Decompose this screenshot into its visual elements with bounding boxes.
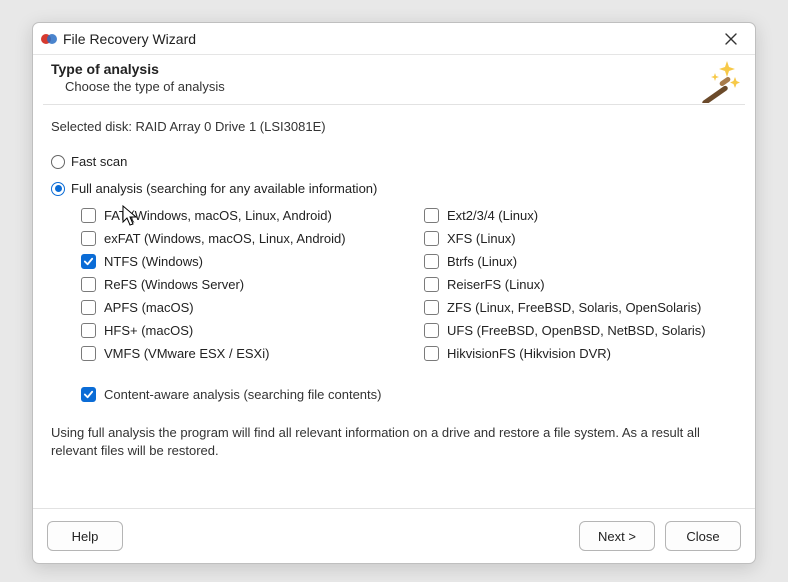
fs-label-exfat: exFAT (Windows, macOS, Linux, Android): [104, 231, 346, 246]
option-full-analysis[interactable]: Full analysis (searching for any availab…: [51, 181, 737, 196]
selected-disk-value: RAID Array 0 Drive 1 (LSI3081E): [136, 119, 326, 134]
page-subtitle: Choose the type of analysis: [65, 79, 737, 94]
fs-option-btrfs[interactable]: Btrfs (Linux): [424, 254, 737, 269]
checkbox-refs[interactable]: [81, 277, 96, 292]
checkbox-vmfs[interactable]: [81, 346, 96, 361]
page-title: Type of analysis: [51, 61, 737, 77]
fs-label-hfsp: HFS+ (macOS): [104, 323, 193, 338]
fs-label-zfs: ZFS (Linux, FreeBSD, Solaris, OpenSolari…: [447, 300, 701, 315]
fs-option-apfs[interactable]: APFS (macOS): [81, 300, 394, 315]
fs-option-zfs[interactable]: ZFS (Linux, FreeBSD, Solaris, OpenSolari…: [424, 300, 737, 315]
checkbox-reiser[interactable]: [424, 277, 439, 292]
window-title: File Recovery Wizard: [63, 31, 713, 47]
fs-option-hfsp[interactable]: HFS+ (macOS): [81, 323, 394, 338]
full-analysis-label: Full analysis (searching for any availab…: [71, 181, 377, 196]
option-content-aware[interactable]: Content-aware analysis (searching file c…: [81, 387, 737, 402]
fs-label-fat: FAT (Windows, macOS, Linux, Android): [104, 208, 332, 223]
checkbox-ext[interactable]: [424, 208, 439, 223]
fs-option-xfs[interactable]: XFS (Linux): [424, 231, 737, 246]
fs-option-fat[interactable]: FAT (Windows, macOS, Linux, Android): [81, 208, 394, 223]
titlebar: File Recovery Wizard: [33, 23, 755, 55]
close-button[interactable]: [713, 25, 749, 53]
full-analysis-description: Using full analysis the program will fin…: [51, 424, 737, 459]
fs-label-xfs: XFS (Linux): [447, 231, 516, 246]
option-fast-scan[interactable]: Fast scan: [51, 154, 737, 169]
file-recovery-wizard-dialog: File Recovery Wizard Type of analysis Ch…: [32, 22, 756, 564]
filesystem-grid: FAT (Windows, macOS, Linux, Android) Ext2…: [81, 208, 737, 361]
checkbox-hikfs[interactable]: [424, 346, 439, 361]
checkbox-hfsp[interactable]: [81, 323, 96, 338]
fs-option-ext[interactable]: Ext2/3/4 (Linux): [424, 208, 737, 223]
help-button[interactable]: Help: [47, 521, 123, 551]
fs-label-btrfs: Btrfs (Linux): [447, 254, 517, 269]
selected-disk-prefix: Selected disk:: [51, 119, 136, 134]
checkbox-btrfs[interactable]: [424, 254, 439, 269]
selected-disk-line: Selected disk: RAID Array 0 Drive 1 (LSI…: [51, 119, 737, 134]
fs-option-vmfs[interactable]: VMFS (VMware ESX / ESXi): [81, 346, 394, 361]
fs-label-ext: Ext2/3/4 (Linux): [447, 208, 538, 223]
fs-label-ufs: UFS (FreeBSD, OpenBSD, NetBSD, Solaris): [447, 323, 706, 338]
checkbox-apfs[interactable]: [81, 300, 96, 315]
radio-full-analysis[interactable]: [51, 182, 65, 196]
wizard-body: Selected disk: RAID Array 0 Drive 1 (LSI…: [33, 105, 755, 508]
checkbox-exfat[interactable]: [81, 231, 96, 246]
close-icon: [725, 33, 737, 45]
fs-option-refs[interactable]: ReFS (Windows Server): [81, 277, 394, 292]
fs-option-ntfs[interactable]: NTFS (Windows): [81, 254, 394, 269]
radio-fast-scan[interactable]: [51, 155, 65, 169]
fs-option-exfat[interactable]: exFAT (Windows, macOS, Linux, Android): [81, 231, 394, 246]
checkbox-fat[interactable]: [81, 208, 96, 223]
checkbox-zfs[interactable]: [424, 300, 439, 315]
checkbox-xfs[interactable]: [424, 231, 439, 246]
wizard-wand-icon: [697, 59, 741, 103]
fs-option-reiser[interactable]: ReiserFS (Linux): [424, 277, 737, 292]
fs-option-hikfs[interactable]: HikvisionFS (Hikvision DVR): [424, 346, 737, 361]
checkbox-ntfs[interactable]: [81, 254, 96, 269]
fs-label-ntfs: NTFS (Windows): [104, 254, 203, 269]
fs-option-ufs[interactable]: UFS (FreeBSD, OpenBSD, NetBSD, Solaris): [424, 323, 737, 338]
wizard-footer: Help Next > Close: [33, 508, 755, 563]
close-button-footer[interactable]: Close: [665, 521, 741, 551]
fs-label-reiser: ReiserFS (Linux): [447, 277, 545, 292]
checkbox-content-aware[interactable]: [81, 387, 96, 402]
next-button[interactable]: Next >: [579, 521, 655, 551]
checkbox-ufs[interactable]: [424, 323, 439, 338]
fs-label-hikfs: HikvisionFS (Hikvision DVR): [447, 346, 611, 361]
app-icon: [41, 31, 57, 47]
fast-scan-label: Fast scan: [71, 154, 127, 169]
fs-label-vmfs: VMFS (VMware ESX / ESXi): [104, 346, 269, 361]
fs-label-refs: ReFS (Windows Server): [104, 277, 244, 292]
content-aware-label: Content-aware analysis (searching file c…: [104, 387, 381, 402]
fs-label-apfs: APFS (macOS): [104, 300, 194, 315]
wizard-header: Type of analysis Choose the type of anal…: [33, 55, 755, 104]
